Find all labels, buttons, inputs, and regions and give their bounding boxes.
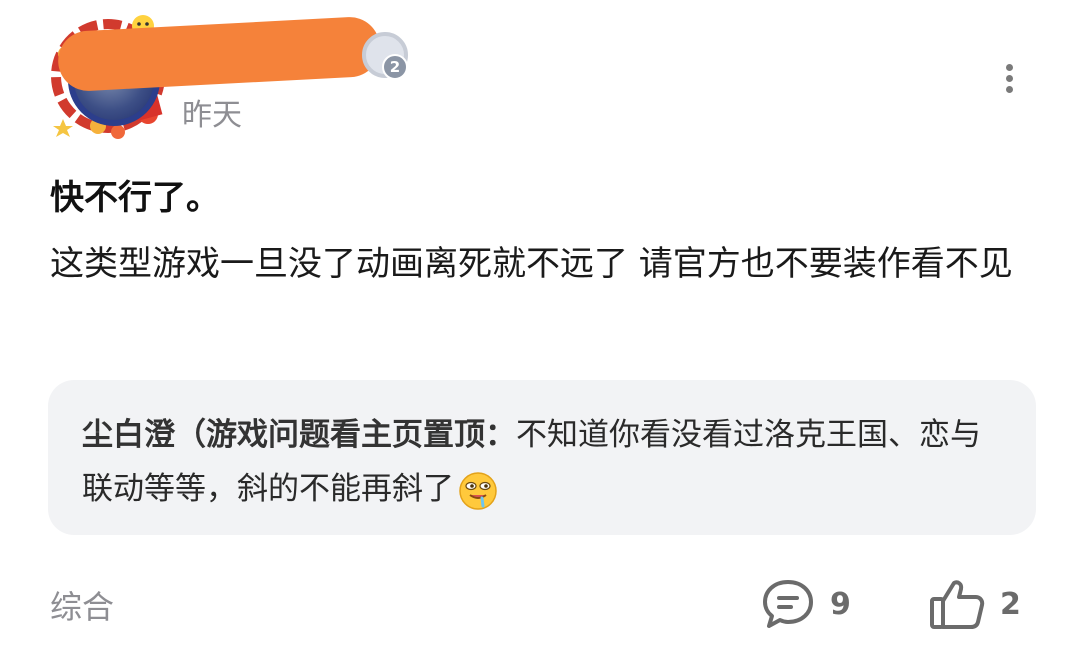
more-options-icon[interactable] (990, 58, 1030, 98)
post-body: 这类型游戏一旦没了动画离死就不远了 请官方也不要装作看不见 (50, 244, 1013, 284)
comment-count: 9 (830, 586, 851, 622)
thumbs-up-icon (930, 580, 985, 629)
post-title: 快不行了。 (50, 178, 220, 218)
comment-button[interactable]: 9 (760, 576, 851, 632)
user-level-badge: 2 (362, 32, 408, 80)
user-level-number: 2 (382, 54, 408, 80)
quoted-comment-author[interactable]: 尘白澄（游戏问题看主页置顶： (82, 417, 516, 453)
comment-icon (763, 580, 813, 628)
like-count: 2 (1000, 586, 1021, 622)
quoted-comment-text: 尘白澄（游戏问题看主页置顶：不知道你看没看过洛克王国、恋与联动等等，斜的不能再斜… (82, 408, 1002, 516)
quoted-comment[interactable]: 尘白澄（游戏问题看主页置顶：不知道你看没看过洛克王国、恋与联动等等，斜的不能再斜… (48, 380, 1036, 535)
like-button[interactable]: 2 (928, 576, 1021, 632)
post-time: 昨天 (182, 98, 242, 133)
category-tag[interactable]: 综合 (50, 582, 114, 628)
drooling-face-icon (459, 471, 497, 510)
